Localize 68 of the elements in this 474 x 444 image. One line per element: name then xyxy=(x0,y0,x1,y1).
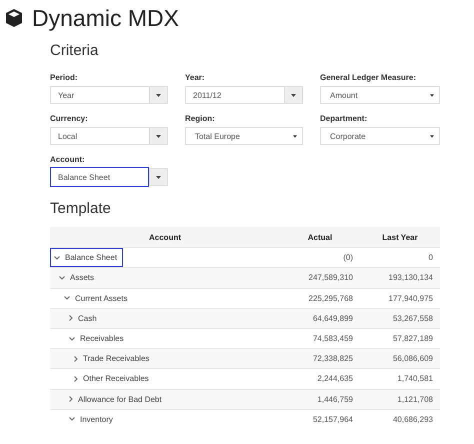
dropdown-field[interactable]: Corporate xyxy=(320,127,440,145)
caret-icon xyxy=(156,176,161,178)
table-cell-text: 247,589,310 xyxy=(308,273,353,282)
table-cell-text: 1,740,581 xyxy=(396,374,434,384)
chevron-right-icon xyxy=(74,356,78,362)
table-cell-text: 64,649,899 xyxy=(312,314,353,323)
cube-icon xyxy=(4,8,24,28)
table-cell-text: 193,130,134 xyxy=(388,273,434,282)
dropdown-field[interactable]: Balance Sheet xyxy=(50,167,149,187)
tree-node[interactable]: Receivables xyxy=(65,329,130,348)
chevron-right-icon xyxy=(69,315,73,322)
column-header: Last Year xyxy=(381,232,419,242)
caret-icon xyxy=(430,134,434,138)
dropdown-button[interactable] xyxy=(149,86,168,104)
tree-node[interactable]: Trade Receivables xyxy=(70,349,156,368)
table-cell-text: 52,157,964 xyxy=(312,414,353,424)
column-header: Account xyxy=(148,232,182,242)
field-label: Currency: xyxy=(50,114,89,123)
table-cell-text: 72,338,825 xyxy=(312,354,353,364)
column-header: Actual xyxy=(306,232,334,242)
section-heading: Template xyxy=(50,200,112,217)
tree-node[interactable]: Balance Sheet xyxy=(50,248,124,268)
chevron-down-icon xyxy=(54,256,60,260)
tree-node[interactable]: Inventory xyxy=(65,410,119,429)
caret-icon xyxy=(156,94,161,96)
tree-node[interactable]: Cash xyxy=(65,308,103,328)
caret-icon xyxy=(293,134,297,138)
app-title: Dynamic MDX xyxy=(32,4,179,32)
dropdown-field[interactable]: Local xyxy=(50,127,149,145)
field-label: Region: xyxy=(185,114,216,123)
section-heading: Criteria xyxy=(50,42,100,59)
tree-node[interactable]: Allowance for Bad Debt xyxy=(65,390,168,409)
chevron-down-icon xyxy=(64,296,70,300)
tree-node[interactable]: Current Assets xyxy=(60,288,134,308)
table-cell-text: 57,827,189 xyxy=(392,334,434,344)
tree-node[interactable]: Other Receivables xyxy=(70,369,155,388)
chevron-right-icon xyxy=(69,396,73,402)
chevron-right-icon xyxy=(74,376,78,382)
dropdown-button[interactable] xyxy=(149,168,168,186)
table-cell-text: 40,686,293 xyxy=(392,414,434,424)
table-cell-text: 56,086,609 xyxy=(392,354,434,364)
table-cell-text: 1,446,759 xyxy=(316,394,353,404)
table-cell-text: 74,583,459 xyxy=(312,334,353,344)
chevron-down-icon xyxy=(69,417,75,422)
dropdown-button[interactable] xyxy=(284,86,303,104)
table-cell-text: 2,244,635 xyxy=(316,374,353,384)
field-label: Year: xyxy=(185,73,206,82)
dropdown-button[interactable] xyxy=(149,127,168,145)
field-label: Period: xyxy=(50,73,79,82)
table-cell-text: 0 xyxy=(428,253,434,262)
table-cell-text: 53,267,558 xyxy=(392,314,434,323)
caret-icon xyxy=(291,94,296,96)
dropdown-field[interactable]: Year xyxy=(50,86,149,104)
dropdown-field[interactable]: Total Europe xyxy=(185,127,303,145)
field-label: Department: xyxy=(320,114,368,123)
dropdown-field[interactable]: 2011/12 xyxy=(185,86,284,104)
field-label: General Ledger Measure: xyxy=(320,73,418,82)
chevron-down-icon xyxy=(59,276,65,280)
dropdown-field[interactable]: Amount xyxy=(320,86,440,104)
table-cell-text: (0) xyxy=(342,253,353,262)
table-cell-text: 177,940,975 xyxy=(388,294,434,303)
table-cell-text: 225,295,768 xyxy=(308,294,353,303)
field-label: Account: xyxy=(50,155,86,164)
chevron-down-icon xyxy=(69,336,75,341)
table-cell-text: 1,121,708 xyxy=(396,394,434,404)
caret-icon xyxy=(156,134,161,138)
caret-icon xyxy=(430,94,434,96)
tree-node[interactable]: Assets xyxy=(55,268,100,288)
